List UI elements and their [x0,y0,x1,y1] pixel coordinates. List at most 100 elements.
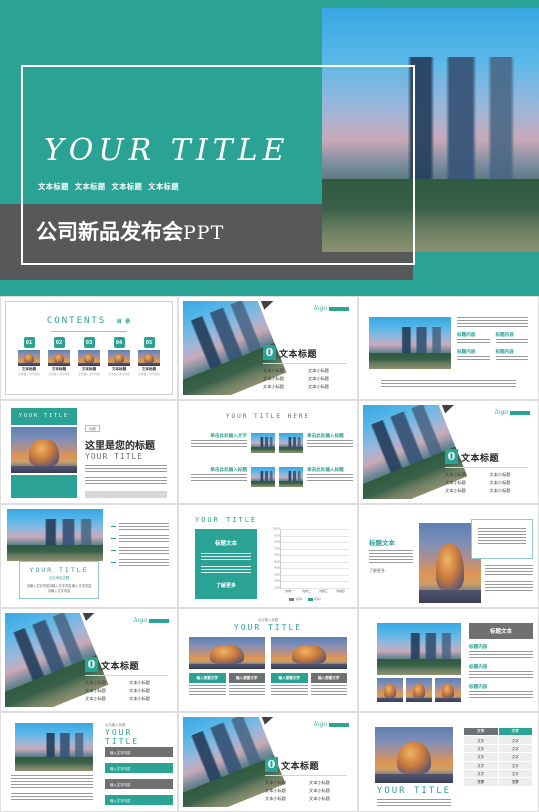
data-table[interactable]: 文字 文字 文字 文字 文字 文字 文字 文字 文字 文字 文字 文字 文字 文… [463,726,533,787]
contents-item-3[interactable]: 03 文本标题 点击输入 文字内容 [78,337,100,376]
bar-row-4[interactable]: 输入文字内容 [105,795,173,805]
gallery-subhead-label: 标题内容 [469,664,488,669]
contents-photo-3 [78,350,100,366]
quad-label: 单击此处输入标题 [307,433,344,438]
section-divider [265,775,347,776]
title-photo [11,427,77,473]
chart-gridline: 3000 [274,573,349,576]
footer-paragraph [381,380,516,388]
gallery-thumb-3[interactable] [435,678,461,702]
table-cell: 文字 [497,743,533,754]
logo-bar-icon [149,618,169,623]
left-heading: 标题文本 [369,540,395,547]
dash-list-item [111,547,169,554]
slide-thumb-gallery[interactable]: 标题文本 标题内容 标题内容 标题内容 [358,608,539,712]
contents-item-1[interactable]: 01 文本标题 点击输入 文字内容 [18,337,40,376]
contents-sub-4: 点击输入 文字内容 [108,373,130,376]
group-body-3 [271,685,308,695]
gallery-thumb-1[interactable] [377,678,403,702]
slide-thumb-section-02[interactable]: logo 0 文本标题 文本小标题 文本小标题 文本小标题 文本小标题 文本小标… [358,400,539,504]
slide-thumb-contents[interactable]: CONTENTS 目 录 01 文本标题 点击输入 文字内容 02 文本标题 点… [0,296,178,400]
bar-row-3[interactable]: 输入文字内容 [105,779,173,789]
table-row[interactable]: 文字 文字 [463,760,533,770]
table-row[interactable]: 文字 文字 [463,777,533,787]
contents-item-2[interactable]: 02 文本标题 点击输入 文字内容 [48,337,70,376]
content-photo [369,317,451,369]
bullet-item: 文本小标题 [309,796,330,801]
slide-thumb-two-photo-four-label[interactable]: 点击输入标题 YOUR TITLE 输入想要文字 输入想要文字 输入想要文字 输… [178,608,358,712]
table-row[interactable]: 文字 文字 [463,743,533,754]
table-cell: 文字 [497,735,533,745]
bullet-item: 文本小标题 [85,680,106,685]
eyebrow-text: 点击输入标题 [257,618,279,622]
bar-row-2[interactable]: 输入文字内容 [105,763,173,773]
slide-thumb-section-04[interactable]: logo 0 文本标题 文本小标题 文本小标题 文本小标题 文本小标题 文本小标… [178,712,358,812]
table-row[interactable]: 文字 文字 [463,735,533,745]
chart-y-tick-label: 9000 [274,534,280,538]
table-row[interactable]: 文字 文字 [463,752,533,762]
slide-thumb-section-03[interactable]: logo 0 文本标题 文本小标题 文本小标题 文本小标题 文本小标题 文本小标… [0,608,178,712]
chart-y-tick-label: 3000 [274,573,280,577]
left-body [369,550,413,563]
gallery-subhead-body [469,691,533,699]
bullet-item: 文本小标题 [85,688,106,693]
subhead-label: 标题内容 [457,349,476,354]
dash-list-body [119,523,169,530]
slide-thumb-title-block[interactable]: YOUR TITLE 标题 这里是您的标题 YOUR TITLE [0,400,178,504]
slide-thumb-quad-image[interactable]: YOUR TITLE HERE 单击此处输入文字 单击此处输入标题 单击此处输入… [178,400,358,504]
slide-thumb-chart[interactable]: YOUR TITLE 标题文本 了解更多 1000 2000 3000 4000 500… [178,504,358,608]
bullet-item: 文本小标题 [445,472,466,477]
caption-sub: 点击添加正题 [48,576,70,580]
slide-thumb-bars[interactable]: 点击输入标题 YOUR TITLE 输入文字内容 输入文字内容 输入文字内容 输… [0,712,178,812]
gallery-thumb-2[interactable] [406,678,432,702]
bullet-item: 文本小标题 [129,680,150,685]
cover-headline: 公司新品发布会PPT [36,216,224,246]
chart-x-tick-label: 内容四 [336,589,345,593]
bullet-item: 文本小标题 [309,780,330,785]
slide-thumb-table[interactable]: YOUR TITLE 文字 文字 文字 文字 文字 文字 文字 文字 文字 文字… [358,712,539,812]
gallery-subhead-3: 标题内容 [469,684,533,699]
bullet-item: 文本小标题 [308,368,329,373]
logo-badge: logo [495,409,530,416]
bars-eyebrow: 点击输入标题 [105,723,126,727]
table-cell: 文字 [463,777,499,787]
slide-thumb-photo-list[interactable]: YOUR TITLE 点击添加正题 请输入文字内容请输入文字内容 输入文字内容请… [0,504,178,608]
contents-item-5[interactable]: 05 文本标题 点击输入 文字内容 [138,337,160,376]
quad-photo-1 [251,433,275,453]
contents-sub-1: 点击输入 文字内容 [18,373,40,376]
quad-body [191,440,247,449]
cover-title: YOUR TITLE [44,133,290,168]
bar-row-1[interactable]: 输入文字内容 [105,747,173,757]
contents-sub-2: 点击输入 文字内容 [48,373,70,376]
section-heading: 文本标题 [279,349,318,359]
dash-list-item [111,559,169,566]
cover-subtitle-2: 文本标题 [74,182,106,191]
panel-body-1 [201,553,251,562]
panel-more-link[interactable]: 了解更多 [195,582,257,589]
gallery-panel-title: 标题文本 [469,623,533,639]
logo-badge: logo [134,617,169,624]
table-header-cell: 文字 [497,726,533,737]
caption-body: 请输入文字内容请输入文字内容 输入文字内容请输入文字内容 [26,584,92,593]
chart-slide-title: YOUR TITLE [195,516,258,524]
table-cell: 文字 [463,752,499,762]
group-body-2 [228,685,265,695]
chart-gridline: 2000 [274,580,349,583]
slide-thumb-section-01[interactable]: logo 0 文本标题 文本小标题 文本小标题 文本小标题 文本小标题 文本小标… [178,296,358,400]
slide-thumb-photo-text[interactable]: 标题内容 标题内容 标题内容 标题内容 [358,296,539,400]
quad-photo-2 [279,433,303,453]
subhead-block: 标题内容 [495,349,528,362]
contents-item-4[interactable]: 04 文本标题 点击输入 文字内容 [108,337,130,376]
gallery-subhead-1: 标题内容 [469,644,533,659]
chart-legend-label: 系列1 [295,598,303,601]
gallery-subhead-2: 标题内容 [469,664,533,679]
slide-thumb-text-photo-box[interactable]: 标题文本 了解更多 [358,504,539,608]
left-more-link[interactable]: 了解更多 [369,568,413,574]
group-photo-1 [189,637,265,669]
contents-sub-3: 点击输入 文字内容 [78,373,100,376]
contents-photo-5 [138,350,160,366]
table-row[interactable]: 文字 文字 [463,768,533,779]
title-badge: 标题 [85,425,100,432]
subhead-block: 标题内容 [457,349,490,362]
quad-text-left-1: 单击此处输入文字 [191,433,247,449]
